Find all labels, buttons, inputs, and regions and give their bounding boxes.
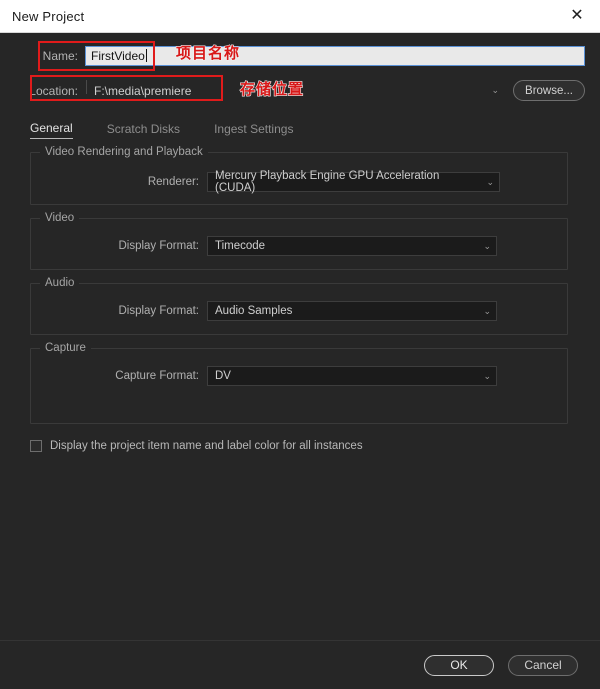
group-audio-title: Audio bbox=[40, 277, 80, 289]
group-audio: Audio Display Format: Audio Samples ⌄ bbox=[30, 277, 568, 335]
capture-format-row: Capture Format: DV ⌄ bbox=[31, 365, 567, 387]
capture-format-label: Capture Format: bbox=[115, 370, 199, 382]
ok-button[interactable]: OK bbox=[424, 654, 494, 676]
group-video-rendering: Video Rendering and Playback Renderer: M… bbox=[30, 146, 568, 205]
chevron-down-icon: ⌄ bbox=[486, 176, 494, 187]
close-icon[interactable]: ✕ bbox=[554, 0, 600, 32]
capture-format-select[interactable]: DV ⌄ bbox=[207, 366, 497, 386]
tab-general[interactable]: General bbox=[30, 121, 73, 139]
project-name-input[interactable]: FirstVideo bbox=[85, 45, 585, 66]
project-name-row: Name: FirstVideo bbox=[0, 41, 600, 70]
project-location-label: Location: bbox=[29, 83, 78, 98]
renderer-value: Mercury Playback Engine GPU Acceleration… bbox=[215, 170, 440, 194]
cancel-button[interactable]: Cancel bbox=[508, 654, 578, 676]
group-video: Video Display Format: Timecode ⌄ bbox=[30, 212, 568, 270]
group-video-title: Video bbox=[40, 212, 80, 224]
capture-format-value: DV bbox=[215, 370, 231, 382]
tab-ingest-settings[interactable]: Ingest Settings bbox=[214, 122, 293, 139]
browse-button[interactable]: Browse... bbox=[513, 80, 585, 101]
video-display-format-value: Timecode bbox=[215, 240, 266, 252]
window-titlebar: New Project ✕ bbox=[0, 0, 600, 33]
audio-display-format-select[interactable]: Audio Samples ⌄ bbox=[207, 301, 497, 321]
project-location-row: Location: F:\media\premiere ⌄ Browse... bbox=[0, 76, 600, 105]
project-name-value: FirstVideo bbox=[91, 48, 145, 63]
audio-display-format-row: Display Format: Audio Samples ⌄ bbox=[31, 300, 567, 322]
project-location-value: F:\media\premiere bbox=[94, 83, 192, 98]
chevron-down-icon: ⌄ bbox=[483, 370, 491, 381]
renderer-select[interactable]: Mercury Playback Engine GPU Acceleration… bbox=[207, 170, 500, 194]
window-title: New Project bbox=[12, 8, 85, 24]
project-location-select[interactable]: F:\media\premiere ⌄ bbox=[85, 80, 505, 101]
group-video-rendering-title: Video Rendering and Playback bbox=[40, 146, 208, 158]
renderer-label: Renderer: bbox=[147, 176, 199, 188]
project-name-label: Name: bbox=[42, 48, 78, 63]
display-project-item-name-label: Display the project item name and label … bbox=[50, 440, 363, 452]
audio-display-format-label: Display Format: bbox=[118, 305, 199, 317]
tab-scratch-disks[interactable]: Scratch Disks bbox=[107, 122, 180, 139]
dialog-footer: OK Cancel bbox=[0, 640, 600, 689]
audio-display-format-value: Audio Samples bbox=[215, 305, 293, 317]
display-project-item-name-row[interactable]: Display the project item name and label … bbox=[30, 440, 568, 452]
settings-tabs: General Scratch Disks Ingest Settings bbox=[30, 113, 600, 139]
text-caret bbox=[145, 49, 147, 62]
group-capture-title: Capture bbox=[40, 342, 91, 354]
chevron-down-icon: ⌄ bbox=[483, 305, 491, 316]
video-display-format-select[interactable]: Timecode ⌄ bbox=[207, 236, 497, 256]
chevron-down-icon: ⌄ bbox=[491, 85, 499, 95]
field-divider bbox=[86, 80, 87, 94]
group-capture: Capture Capture Format: DV ⌄ bbox=[30, 342, 568, 424]
general-tab-panel: Video Rendering and Playback Renderer: M… bbox=[0, 146, 600, 452]
display-project-item-name-checkbox[interactable] bbox=[30, 440, 42, 452]
video-display-format-label: Display Format: bbox=[118, 240, 199, 252]
renderer-row: Renderer: Mercury Playback Engine GPU Ac… bbox=[31, 170, 567, 194]
chevron-down-icon: ⌄ bbox=[483, 240, 491, 251]
video-display-format-row: Display Format: Timecode ⌄ bbox=[31, 235, 567, 257]
